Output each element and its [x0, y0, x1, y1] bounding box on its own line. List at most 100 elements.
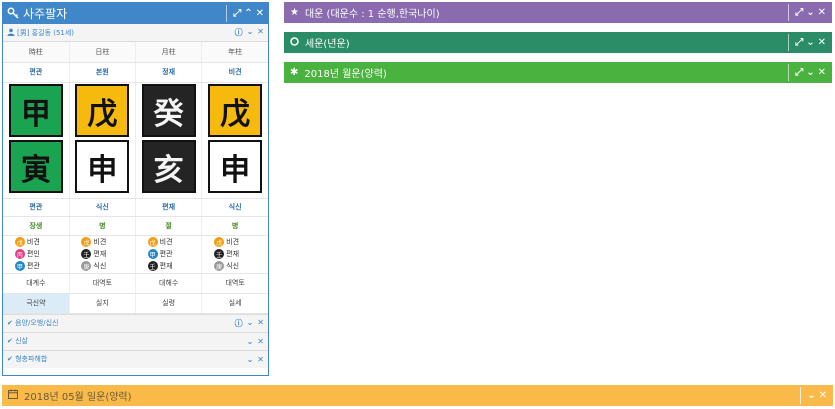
ilun-bar[interactable]: 2018년 05월 일운(양력) ⌄ ✕: [2, 385, 833, 406]
hidden-stem: 戊 비견: [14, 237, 40, 247]
chevron-down-icon[interactable]: ⌄: [247, 27, 254, 38]
hidden-stem: 壬 편재: [81, 249, 107, 259]
pillar-month: 癸 亥: [141, 84, 197, 193]
wolun-title: 2018년 월운(양력): [304, 69, 387, 80]
twelve-stage-row: 장생 병 절 병: [3, 216, 268, 236]
stage-label: 절: [134, 216, 202, 236]
close-icon[interactable]: ✕: [257, 337, 264, 346]
close-icon[interactable]: ✕: [818, 7, 826, 18]
ten-god-label: 본원: [68, 62, 136, 83]
hidden-stem-list: 戊 비견 壬 편재 庚 식신: [202, 237, 268, 271]
section-hyeongchung[interactable]: ✔ 형충파해합 ⌄ ✕: [3, 349, 268, 368]
expand-icon[interactable]: ⤢: [233, 8, 241, 19]
ten-god-label: 편재: [134, 198, 202, 217]
napeum-label: 대계수: [3, 273, 70, 294]
star-icon: ★: [290, 7, 299, 18]
hidden-stem: 壬 편재: [147, 261, 173, 271]
close-icon[interactable]: ✕: [256, 8, 264, 19]
heavenly-god-row: 편관 본원 정재 비견: [3, 62, 268, 83]
pillar-header: 時柱: [3, 42, 70, 63]
ten-god-label: 정재: [134, 62, 202, 83]
chevron-down-icon[interactable]: ⌄: [806, 37, 814, 48]
user-icon: [7, 28, 15, 38]
pillar-day: 戊 申: [74, 84, 130, 193]
expand-icon[interactable]: ⤢: [795, 67, 803, 78]
branch-god-row: 편관 식신 편재 식신: [3, 198, 268, 217]
hidden-stem: 甲 편관: [14, 261, 40, 271]
calendar-icon: [8, 389, 18, 402]
pillar-header: 日柱: [68, 42, 136, 63]
wolun-bar[interactable]: ✱ 2018년 월운(양력) ⤢ ⌄ ✕: [284, 62, 832, 83]
seun-bar[interactable]: 세운(년운) ⤢ ⌄ ✕: [284, 32, 832, 53]
heavenly-stem: 癸: [141, 84, 196, 137]
section-label: 신살: [15, 337, 28, 345]
chevron-up-icon[interactable]: ⌃: [244, 8, 252, 19]
chevron-down-icon[interactable]: ⌄: [806, 7, 814, 18]
info-icon[interactable]: ⓘ: [235, 27, 243, 38]
chevron-down-icon[interactable]: ⌄: [806, 67, 814, 78]
panel-title: 사주팔자: [23, 7, 68, 21]
close-icon[interactable]: ✕: [257, 355, 264, 364]
strength-label: 실세: [201, 293, 268, 314]
chevron-down-icon[interactable]: ⌄: [807, 390, 815, 401]
seun-title: 세운(년운): [305, 39, 350, 50]
hidden-stem: 丙 편인: [14, 249, 40, 259]
hidden-stem-list: 戊 비견 壬 편재 庚 식신: [70, 237, 135, 271]
ilun-title: 2018년 05월 일운(양력): [24, 392, 132, 403]
element-badge: 壬: [214, 249, 225, 259]
napeum-label: 대역토: [68, 273, 136, 294]
circle-icon: [290, 36, 299, 49]
close-icon[interactable]: ✕: [257, 27, 264, 38]
strength-label: 실지: [68, 293, 136, 314]
napeum-row: 대계수 대역토 대해수 대역토: [3, 273, 268, 294]
pillar-header: 月柱: [134, 42, 202, 63]
info-icon[interactable]: ⓘ: [235, 318, 243, 329]
element-badge: 戊: [14, 237, 25, 247]
ten-god-label: 식신: [68, 198, 136, 217]
close-icon[interactable]: ✕: [818, 37, 826, 48]
element-badge: 戊: [147, 237, 158, 247]
element-badge: 甲: [14, 261, 25, 271]
hidden-stem: 戊 비견: [214, 237, 240, 247]
section-sinsal[interactable]: ✔ 신살 ⌄ ✕: [3, 331, 268, 350]
hidden-stem-list: 戊 비견 丙 편인 甲 편관: [3, 237, 69, 271]
subject-label: [男] 홍길동 (51세): [17, 28, 75, 37]
expand-icon[interactable]: ⤢: [795, 7, 803, 18]
hidden-stem: 庚 식신: [81, 261, 107, 271]
hidden-stem: 庚 식신: [214, 261, 240, 271]
element-badge: 甲: [147, 249, 158, 259]
section-yinyang[interactable]: ✔ 음양/오행/십신 ⓘ ⌄ ✕: [3, 313, 268, 332]
stage-label: 병: [201, 216, 268, 236]
napeum-label: 대해수: [134, 273, 202, 294]
hidden-stem: 戊 비견: [147, 237, 173, 247]
subject-bar: [男] 홍길동 (51세) ⓘ ⌄ ✕: [3, 24, 268, 42]
heavenly-stem: 甲: [8, 84, 63, 137]
close-icon[interactable]: ✕: [818, 67, 826, 78]
element-badge: 庚: [81, 261, 92, 271]
stage-label: 병: [68, 216, 136, 236]
panel-tools: ⤢ ⌃ ✕: [226, 3, 264, 24]
ten-god-label: 식신: [201, 198, 268, 217]
chevron-down-icon[interactable]: ⌄: [247, 355, 254, 364]
heavenly-stem: 戊: [75, 84, 130, 137]
element-badge: 戊: [214, 237, 225, 247]
element-badge: 戊: [81, 237, 92, 247]
pillar-year: 戊 申: [207, 84, 263, 193]
chevron-down-icon[interactable]: ⌄: [247, 318, 254, 329]
hidden-stem-row: 戊비견 丙편인 甲편관 戊비견 壬편재 庚식신 戊비견 甲편관: [3, 235, 268, 274]
daeun-bar[interactable]: ★ 대운 (대운수 : 1 순행,한국나이) ⤢ ⌄ ✕: [284, 2, 832, 23]
chevron-down-icon[interactable]: ⌄: [247, 337, 254, 346]
element-badge: 庚: [214, 261, 225, 271]
section-label: 형충파해합: [15, 355, 48, 363]
close-icon[interactable]: ✕: [257, 318, 264, 329]
ten-god-label: 비견: [201, 62, 268, 83]
expand-icon[interactable]: ⤢: [795, 37, 803, 48]
earthly-branch: 申: [75, 140, 130, 193]
close-icon[interactable]: ✕: [819, 390, 827, 401]
tools-separator: [226, 5, 228, 22]
hidden-stem-list: 戊 비견 甲 편관 壬 편재: [136, 237, 201, 271]
heavenly-stem: 戊: [208, 84, 263, 137]
hidden-stem: 戊 비견: [81, 237, 107, 247]
strength-row: 극신약 실지 실령 실세: [3, 293, 268, 314]
saju-panel-header: 사주팔자 ⤢ ⌃ ✕: [3, 3, 268, 24]
